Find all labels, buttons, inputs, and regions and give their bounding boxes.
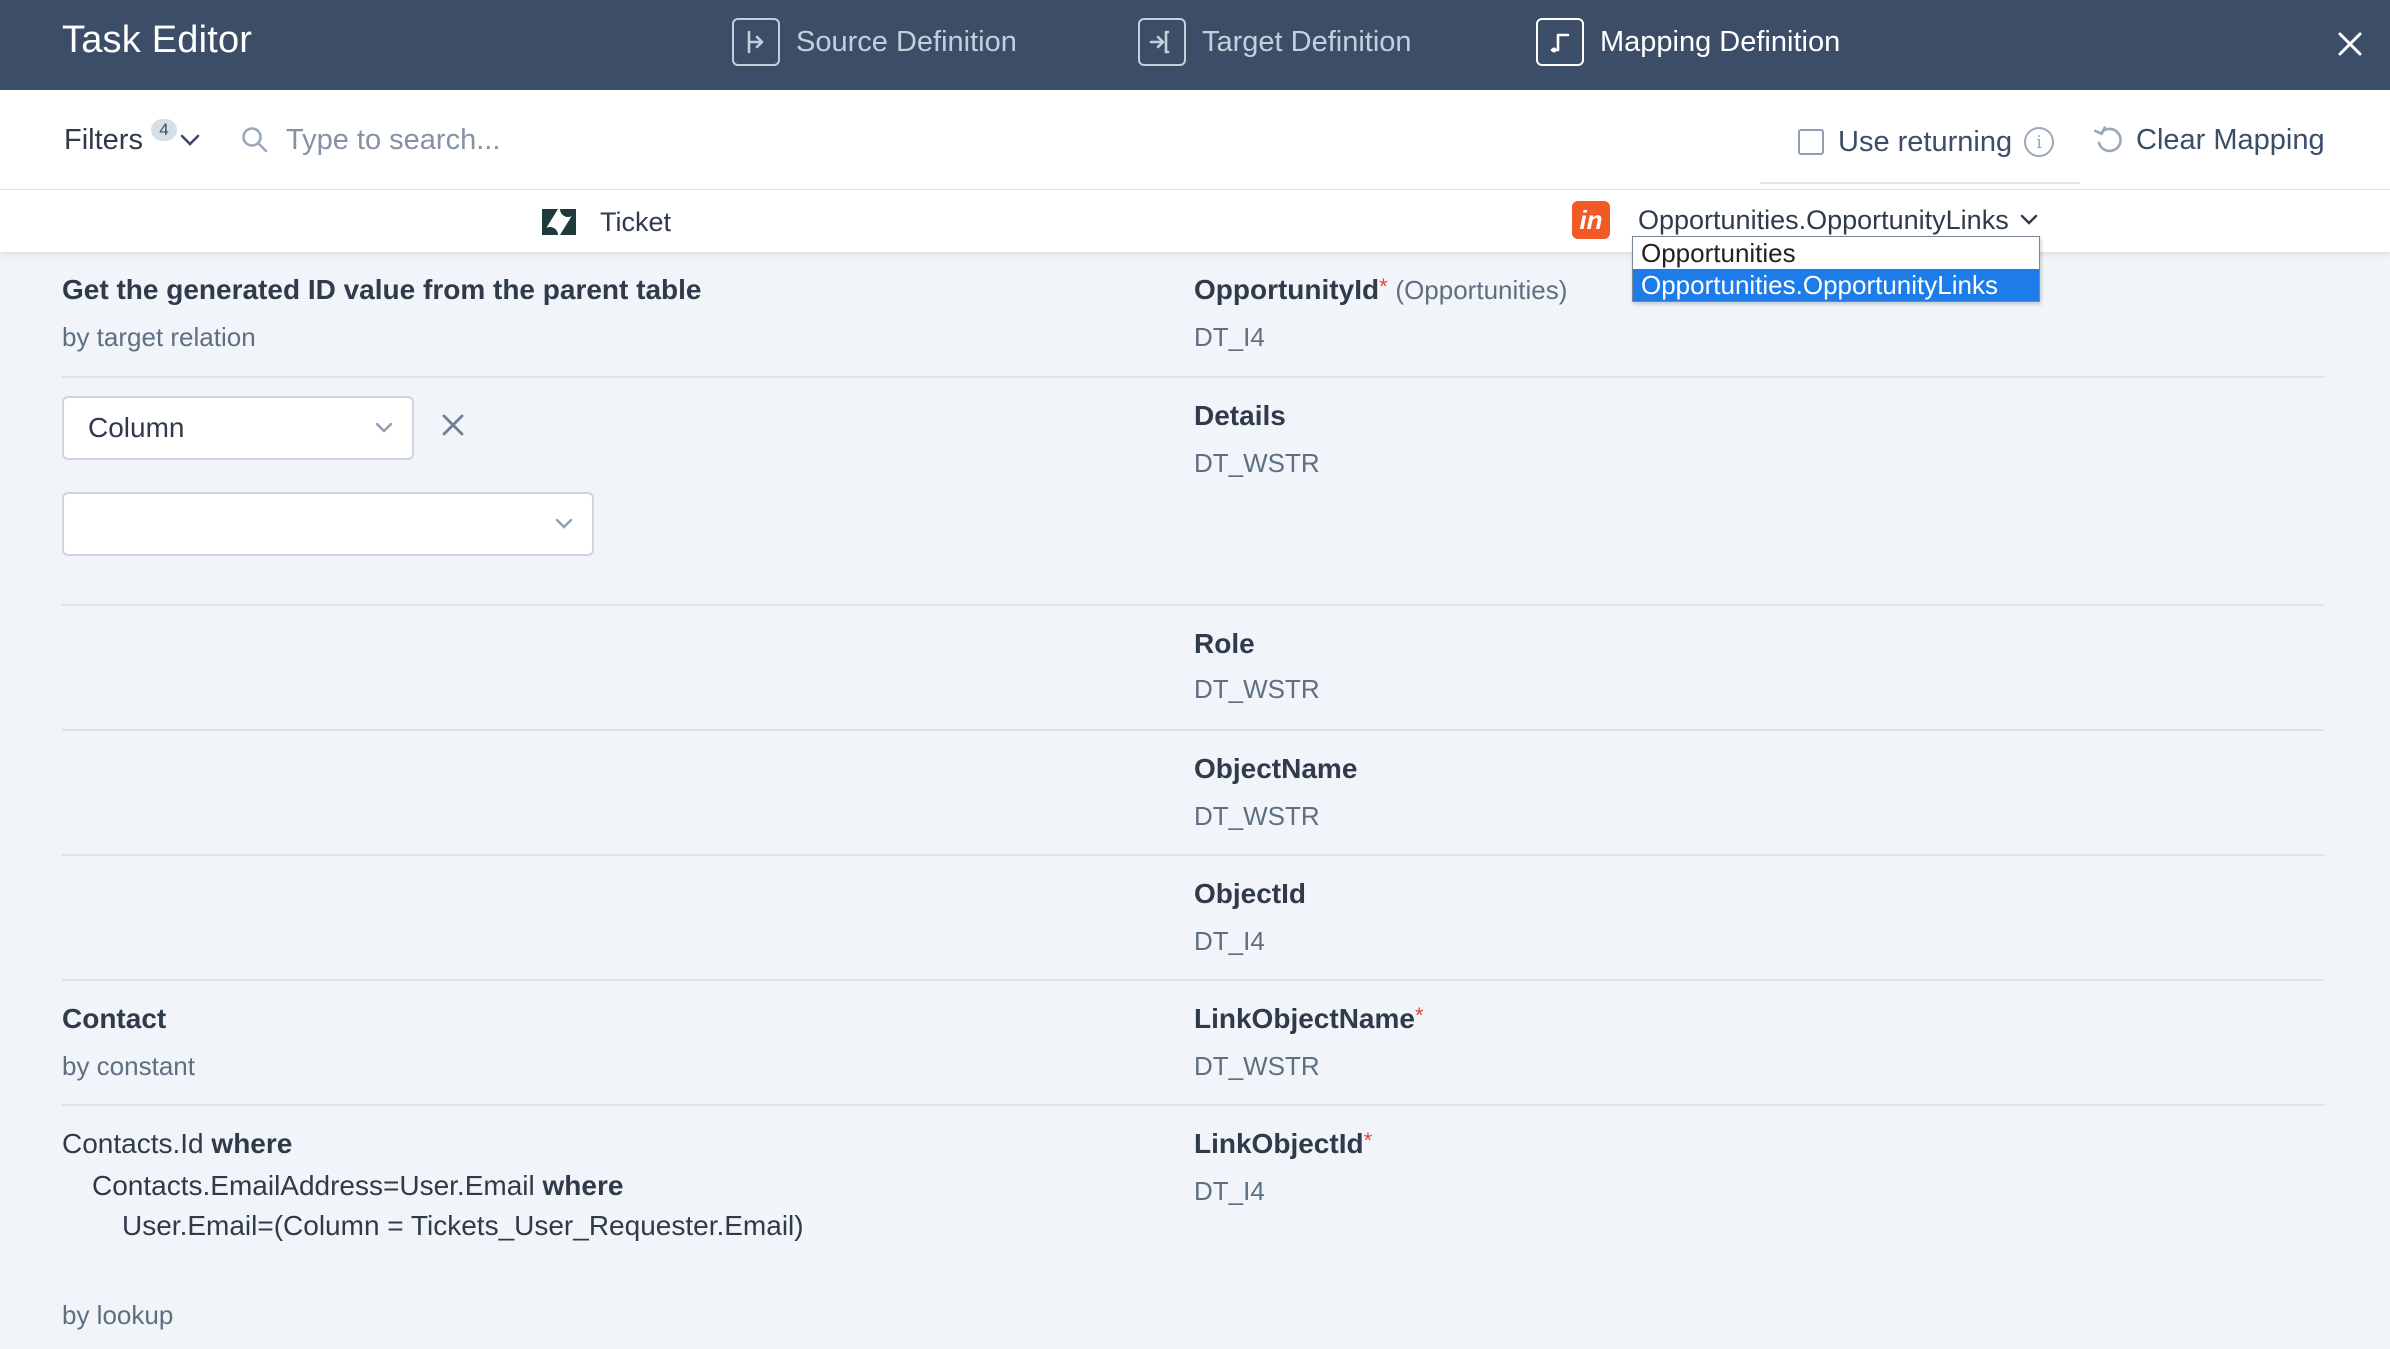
search-icon [242,127,268,153]
mapping-type: by constant [62,1051,195,1081]
mapping-type: by target relation [62,322,256,352]
target-field-type: DT_WSTR [1194,674,1320,704]
use-returning-toggle[interactable]: Use returning i [1798,120,2055,164]
dropdown-option-opportunity-links[interactable]: Opportunities.OpportunityLinks [1633,269,2039,301]
undo-icon [2093,126,2122,153]
lookup-expression-line2: Contacts.EmailAddress=User.Email where [92,1170,624,1201]
filters-button[interactable]: Filters 4 [64,119,201,160]
mapping-row-details: Column Details DT_WSTR [62,378,2324,606]
tab-mapping-definition[interactable]: Mapping Definition [1536,16,1840,68]
lookup-expression-line3: User.Email=(Column = Tickets_User_Reques… [122,1210,804,1241]
mapping-row-object-id: ObjectId DT_I4 [62,856,2324,981]
target-object-select[interactable]: in Opportunities.OpportunityLinks [1572,200,2039,240]
required-marker: * [1379,274,1388,299]
target-field-type: DT_I4 [1194,926,1265,956]
tab-mapping-definition-label: Mapping Definition [1600,25,1841,58]
search-input[interactable] [286,123,886,157]
search-box[interactable] [240,114,940,166]
tab-target-definition-label: Target Definition [1202,25,1412,58]
source-definition-icon [732,18,780,66]
divider [1760,182,2080,184]
chevron-down-icon [375,422,393,433]
tab-source-definition[interactable]: Source Definition [732,16,1017,68]
mapping-row-link-object-id: Contacts.Id where Contacts.EmailAddress=… [62,1106,2324,1349]
target-field-name: ObjectId [1194,878,1307,909]
filters-count-badge: 4 [150,119,177,141]
title-bar: Task Editor Source Definition Target Def… [0,0,2390,90]
lookup-expression-line1: Contacts.Id where [62,1128,293,1159]
target-field-type: DT_WSTR [1194,448,1320,478]
source-object: Ticket [540,202,671,242]
target-field-type: DT_WSTR [1194,801,1320,831]
chevron-down-icon [555,518,573,529]
target-object-dropdown[interactable]: Opportunities Opportunities.OpportunityL… [1632,236,2040,302]
clear-mapping-label: Clear Mapping [2136,123,2325,156]
source-title: Get the generated ID value from the pare… [62,274,702,305]
target-field-name: ObjectName [1194,753,1358,784]
target-field-type: DT_WSTR [1194,1051,1320,1081]
use-returning-label: Use returning [1838,125,2013,158]
target-definition-icon [1138,18,1186,66]
mapping-type-select-value: Column [88,412,185,443]
info-icon[interactable]: i [2024,127,2055,157]
scrollbar[interactable] [2380,252,2388,1252]
column-select[interactable] [62,492,594,556]
use-returning-checkbox[interactable] [1798,129,1824,155]
tab-target-definition[interactable]: Target Definition [1138,16,1412,68]
mapping-definition-icon [1536,18,1584,66]
mapping-row-object-name: ObjectName DT_WSTR [62,731,2324,856]
target-field-name: LinkObjectName* [1194,1003,1424,1034]
source-title: Contact [62,1003,167,1034]
target-field-name: OpportunityId* (Opportunities) [1194,274,1568,305]
zendesk-logo-icon [542,209,576,235]
clear-mapping-button[interactable]: Clear Mapping [2092,118,2325,162]
target-field-note: (Opportunities) [1395,275,1568,305]
target-field-type: DT_I4 [1194,1176,1265,1206]
chevron-down-icon [2020,214,2037,225]
close-icon [442,414,464,436]
target-object-name: Opportunities.OpportunityLinks [1638,204,2009,235]
close-icon [2338,32,2362,56]
dropdown-option-opportunities[interactable]: Opportunities [1633,237,2039,269]
required-marker: * [1363,1128,1373,1153]
target-field-name: Details [1194,400,1286,431]
required-marker: * [1414,1003,1424,1028]
window-title: Task Editor [62,19,253,61]
target-field-name: LinkObjectId* [1194,1128,1373,1159]
target-field-type: DT_I4 [1194,322,1265,352]
chevron-down-icon [180,134,200,146]
mapping-row-link-object-name: Contact by constant LinkObjectName* DT_W… [62,981,2324,1106]
remove-mapping-button[interactable] [436,408,470,442]
close-button[interactable] [2328,22,2372,66]
filters-label: Filters [64,123,143,156]
target-field-name: Role [1194,628,1255,659]
source-object-name: Ticket [600,206,672,237]
mapping-row-role: Role DT_WSTR [62,606,2324,731]
tab-source-definition-label: Source Definition [796,25,1017,58]
insightly-logo-icon: in [1572,201,1610,239]
mapping-type-select[interactable]: Column [62,396,414,460]
mapping-type: by lookup [62,1300,174,1330]
